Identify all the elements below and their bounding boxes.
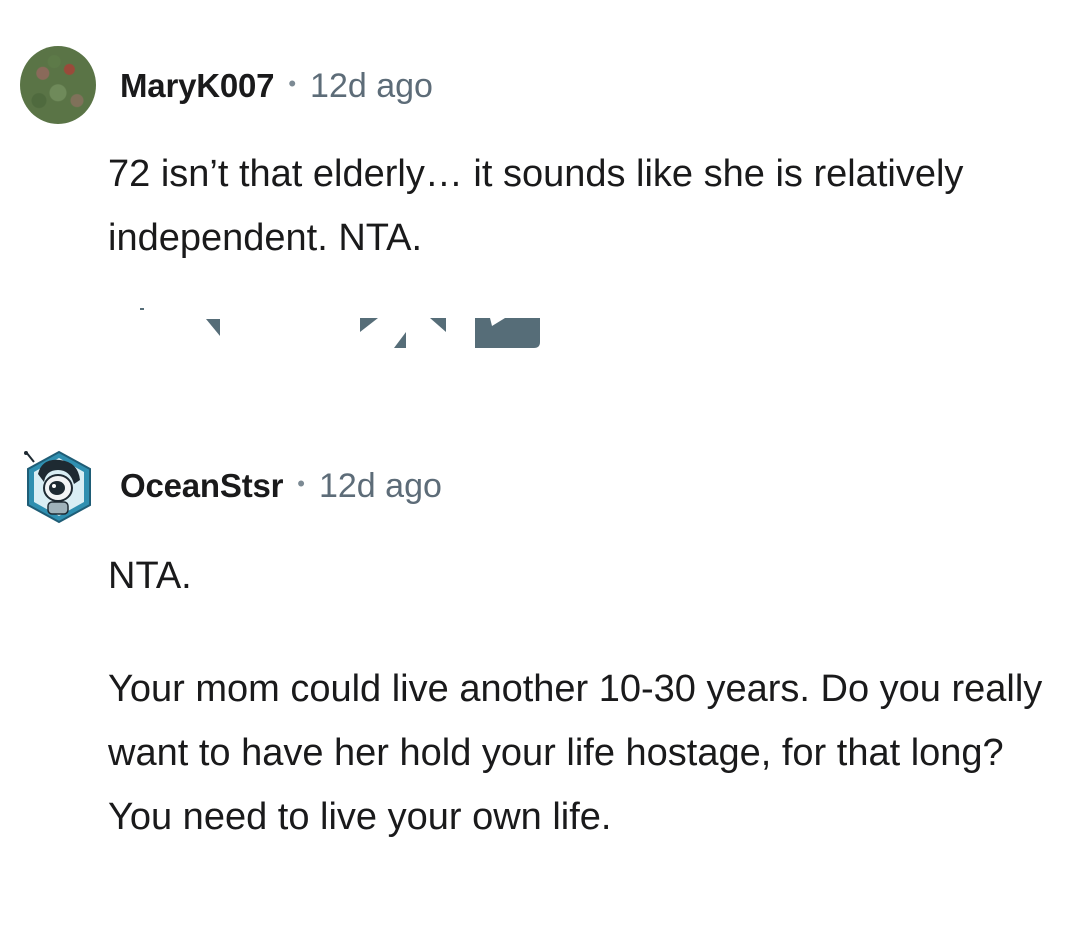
comment-body: 72 isn’t that elderly… it sounds like sh… [108,153,964,259]
username[interactable]: MaryK007 [120,67,275,105]
meta-separator: • [297,471,305,496]
comment-body-paragraph: NTA. [108,555,192,597]
comment-meta: MaryK007 • 12d ago [120,66,433,106]
user-avatar[interactable] [20,46,96,124]
comment-body-paragraph: Your mom could live another 10-30 years.… [108,668,1043,838]
comment-meta: OceanStsr • 12d ago [120,466,442,506]
robot-avatar-icon[interactable] [24,450,94,524]
rendering-artifact [140,308,540,348]
username[interactable]: OceanStsr [120,467,283,505]
timestamp: 12d ago [310,66,433,105]
meta-separator: • [288,71,297,96]
timestamp: 12d ago [318,466,442,505]
